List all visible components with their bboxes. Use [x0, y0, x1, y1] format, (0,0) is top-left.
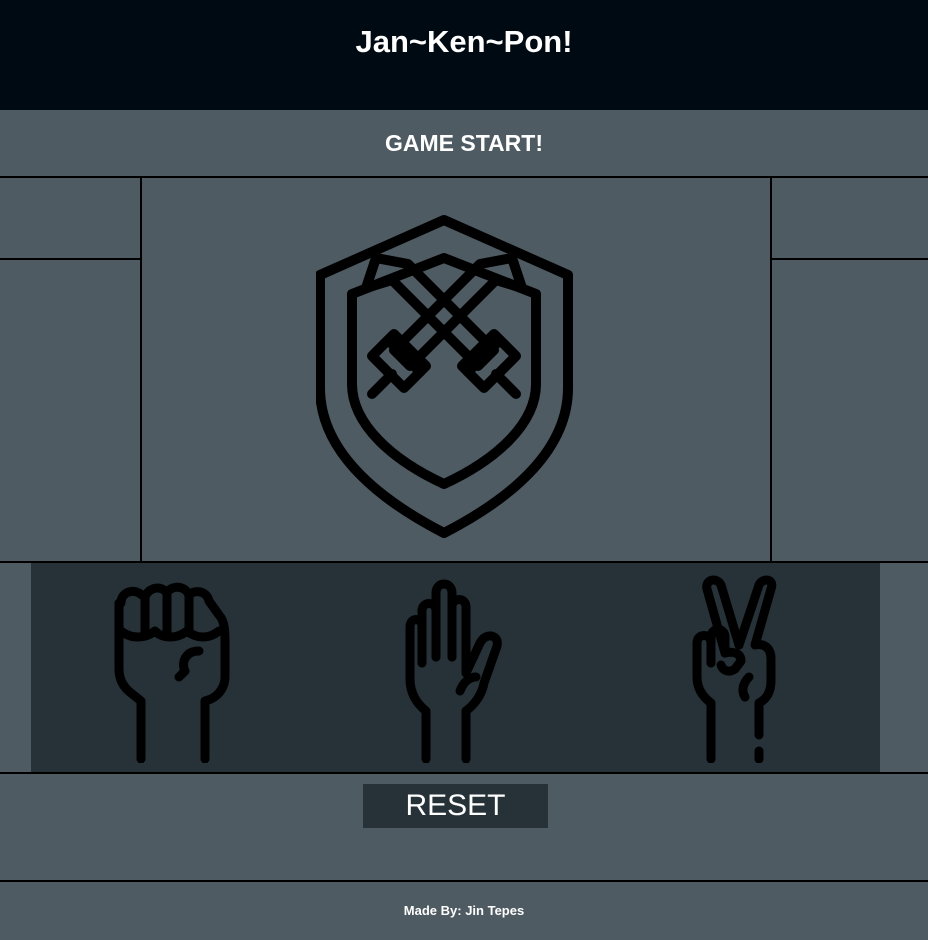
- battle-arena: [142, 178, 770, 561]
- peace-sign-icon: [692, 575, 777, 764]
- app-title: Jan~Ken~Pon!: [355, 24, 573, 59]
- controls: RESET: [0, 773, 928, 880]
- rock-button[interactable]: [101, 573, 241, 764]
- computer-score-cell: [772, 178, 928, 260]
- choice-panel: [31, 563, 880, 772]
- player-panel: [0, 178, 142, 561]
- computer-panel: [770, 178, 928, 561]
- app-header: Jan~Ken~Pon!: [0, 0, 928, 110]
- scissors-button[interactable]: [671, 573, 811, 764]
- footer-credit: Made By: Jin Tepes: [0, 880, 928, 928]
- player-score-cell: [0, 178, 140, 260]
- reset-button[interactable]: RESET: [363, 784, 548, 828]
- shield-swords-icon: [316, 214, 573, 538]
- open-hand-icon: [405, 579, 502, 764]
- fist-icon: [114, 582, 230, 764]
- paper-button[interactable]: [386, 573, 526, 764]
- game-status: GAME START!: [0, 110, 928, 178]
